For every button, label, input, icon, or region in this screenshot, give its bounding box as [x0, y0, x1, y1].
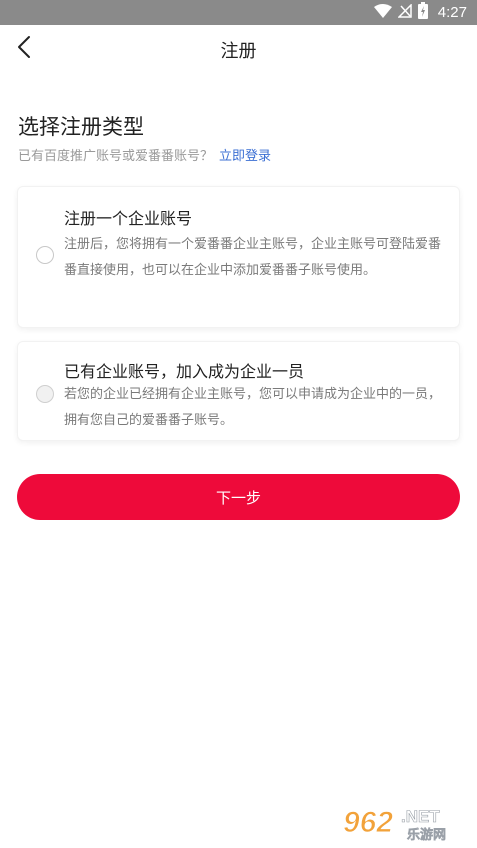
option-title: 已有企业账号，加入成为企业一员 — [64, 362, 305, 381]
watermark-logo: 962 .NET 乐游网 — [341, 802, 469, 844]
status-bar: 4:27 — [0, 0, 477, 25]
radio-button[interactable] — [36, 246, 54, 264]
watermark-name: 乐游网 — [407, 827, 446, 842]
login-prompt: 已有百度推广账号或爱番番账号？ 立即登录 — [18, 145, 271, 164]
status-time: 4:27 — [437, 4, 467, 21]
watermark-suffix: .NET — [401, 807, 440, 826]
login-prompt-text: 已有百度推广账号或爱番番账号？ — [18, 149, 214, 164]
next-button[interactable]: 下一步 — [17, 474, 460, 520]
battery-charging-icon — [417, 2, 428, 23]
option-card-join-enterprise[interactable]: 已有企业账号，加入成为企业一员 若您的企业已经拥有企业主账号，您可以申请成为企业… — [17, 341, 460, 441]
radio-button[interactable] — [36, 385, 54, 403]
login-link[interactable]: 立即登录 — [219, 149, 271, 164]
no-signal-icon — [396, 3, 412, 22]
watermark-number: 962 — [343, 806, 393, 839]
option-card-new-enterprise[interactable]: 注册一个企业账号 注册后，您将拥有一个爱番番企业主账号，企业主账号可登陆爱番番直… — [17, 186, 460, 328]
option-description: 注册后，您将拥有一个爱番番企业主账号，企业主账号可登陆爱番番直接使用，也可以在企… — [64, 237, 442, 278]
option-description: 若您的企业已经拥有企业主账号，您可以申请成为企业中的一员，拥有您自己的爱番番子账… — [64, 387, 442, 428]
wifi-icon — [373, 3, 392, 22]
option-title: 注册一个企业账号 — [64, 209, 193, 228]
page-title: 注册 — [220, 41, 257, 62]
nav-bar: 注册 — [0, 25, 477, 74]
section-heading: 选择注册类型 — [18, 115, 144, 139]
status-icons: 4:27 — [373, 2, 467, 23]
